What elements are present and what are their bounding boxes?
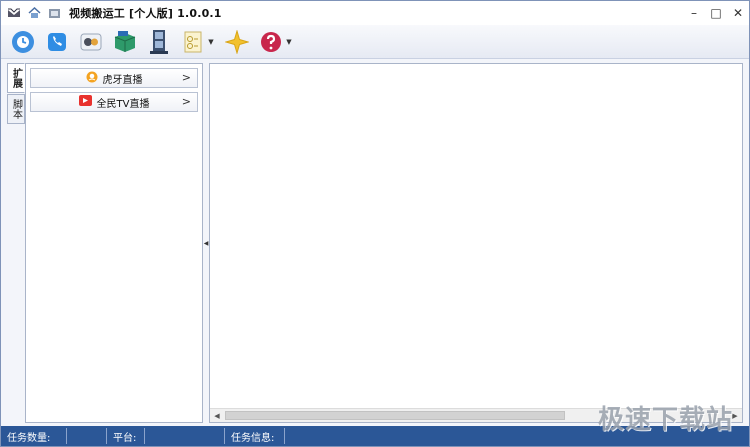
- toolbar: ▼ ▼: [1, 25, 749, 59]
- tab-script-label: 脚本: [10, 99, 22, 119]
- scroll-left-icon[interactable]: ◀: [210, 409, 224, 422]
- platform-label: 平台:: [107, 428, 145, 444]
- minimize-button[interactable]: –: [683, 1, 705, 25]
- refresh-icon[interactable]: [9, 28, 37, 56]
- platform-item-quanmin[interactable]: 全民TV直播 >: [30, 92, 198, 112]
- task-count-value: [67, 428, 107, 444]
- task-count-label: 任务数量:: [1, 428, 67, 444]
- task-info-label: 任务信息:: [225, 428, 285, 444]
- watermark: 极速下载站: [597, 405, 733, 435]
- notes-icon[interactable]: [179, 28, 207, 56]
- help-icon[interactable]: [257, 28, 285, 56]
- maximize-button[interactable]: □: [705, 1, 727, 25]
- close-button[interactable]: ✕: [727, 1, 749, 25]
- notes-dropdown-icon[interactable]: ▼: [207, 28, 215, 56]
- quanmin-icon: [78, 95, 92, 109]
- side-tab-strip: 扩展 脚本: [7, 63, 25, 125]
- help-dropdown-icon[interactable]: ▼: [285, 28, 293, 56]
- platform-value: [145, 428, 225, 444]
- platform-item-huya[interactable]: 虎牙直播 >: [30, 68, 198, 88]
- cube-icon[interactable]: [111, 28, 139, 56]
- folder-icon[interactable]: [47, 6, 61, 20]
- platform-item-label: 全民TV直播: [96, 98, 150, 110]
- phone-icon[interactable]: [43, 28, 71, 56]
- star-icon[interactable]: [223, 28, 251, 56]
- content-panel: ◀ ▶: [209, 63, 743, 423]
- camera-icon[interactable]: [77, 28, 105, 56]
- app-window: 视频搬运工 [个人版] 1.0.0.1 – □ ✕ ▼ ▼ 扩展 脚本 虎牙直播…: [0, 0, 750, 447]
- chevron-right-icon: >: [181, 71, 191, 84]
- home-icon[interactable]: [27, 6, 41, 20]
- app-logo-icon[interactable]: [7, 6, 21, 20]
- window-title: 视频搬运工 [个人版] 1.0.0.1: [69, 7, 222, 20]
- tab-extension-label: 扩展: [10, 68, 22, 88]
- chevron-right-icon: >: [181, 95, 191, 108]
- film-icon[interactable]: [145, 28, 173, 56]
- platform-item-label: 虎牙直播: [102, 74, 143, 86]
- collapse-arrow-icon[interactable]: ◀: [204, 240, 209, 247]
- huya-icon: [86, 71, 98, 86]
- tab-extension[interactable]: 扩展: [7, 63, 25, 93]
- platform-list-panel: 虎牙直播 > 全民TV直播 >: [25, 63, 203, 423]
- tab-script[interactable]: 脚本: [7, 94, 25, 124]
- scrollbar-thumb[interactable]: [225, 411, 565, 420]
- title-bar: 视频搬运工 [个人版] 1.0.0.1 – □ ✕: [1, 1, 749, 25]
- window-controls: – □ ✕: [683, 1, 749, 25]
